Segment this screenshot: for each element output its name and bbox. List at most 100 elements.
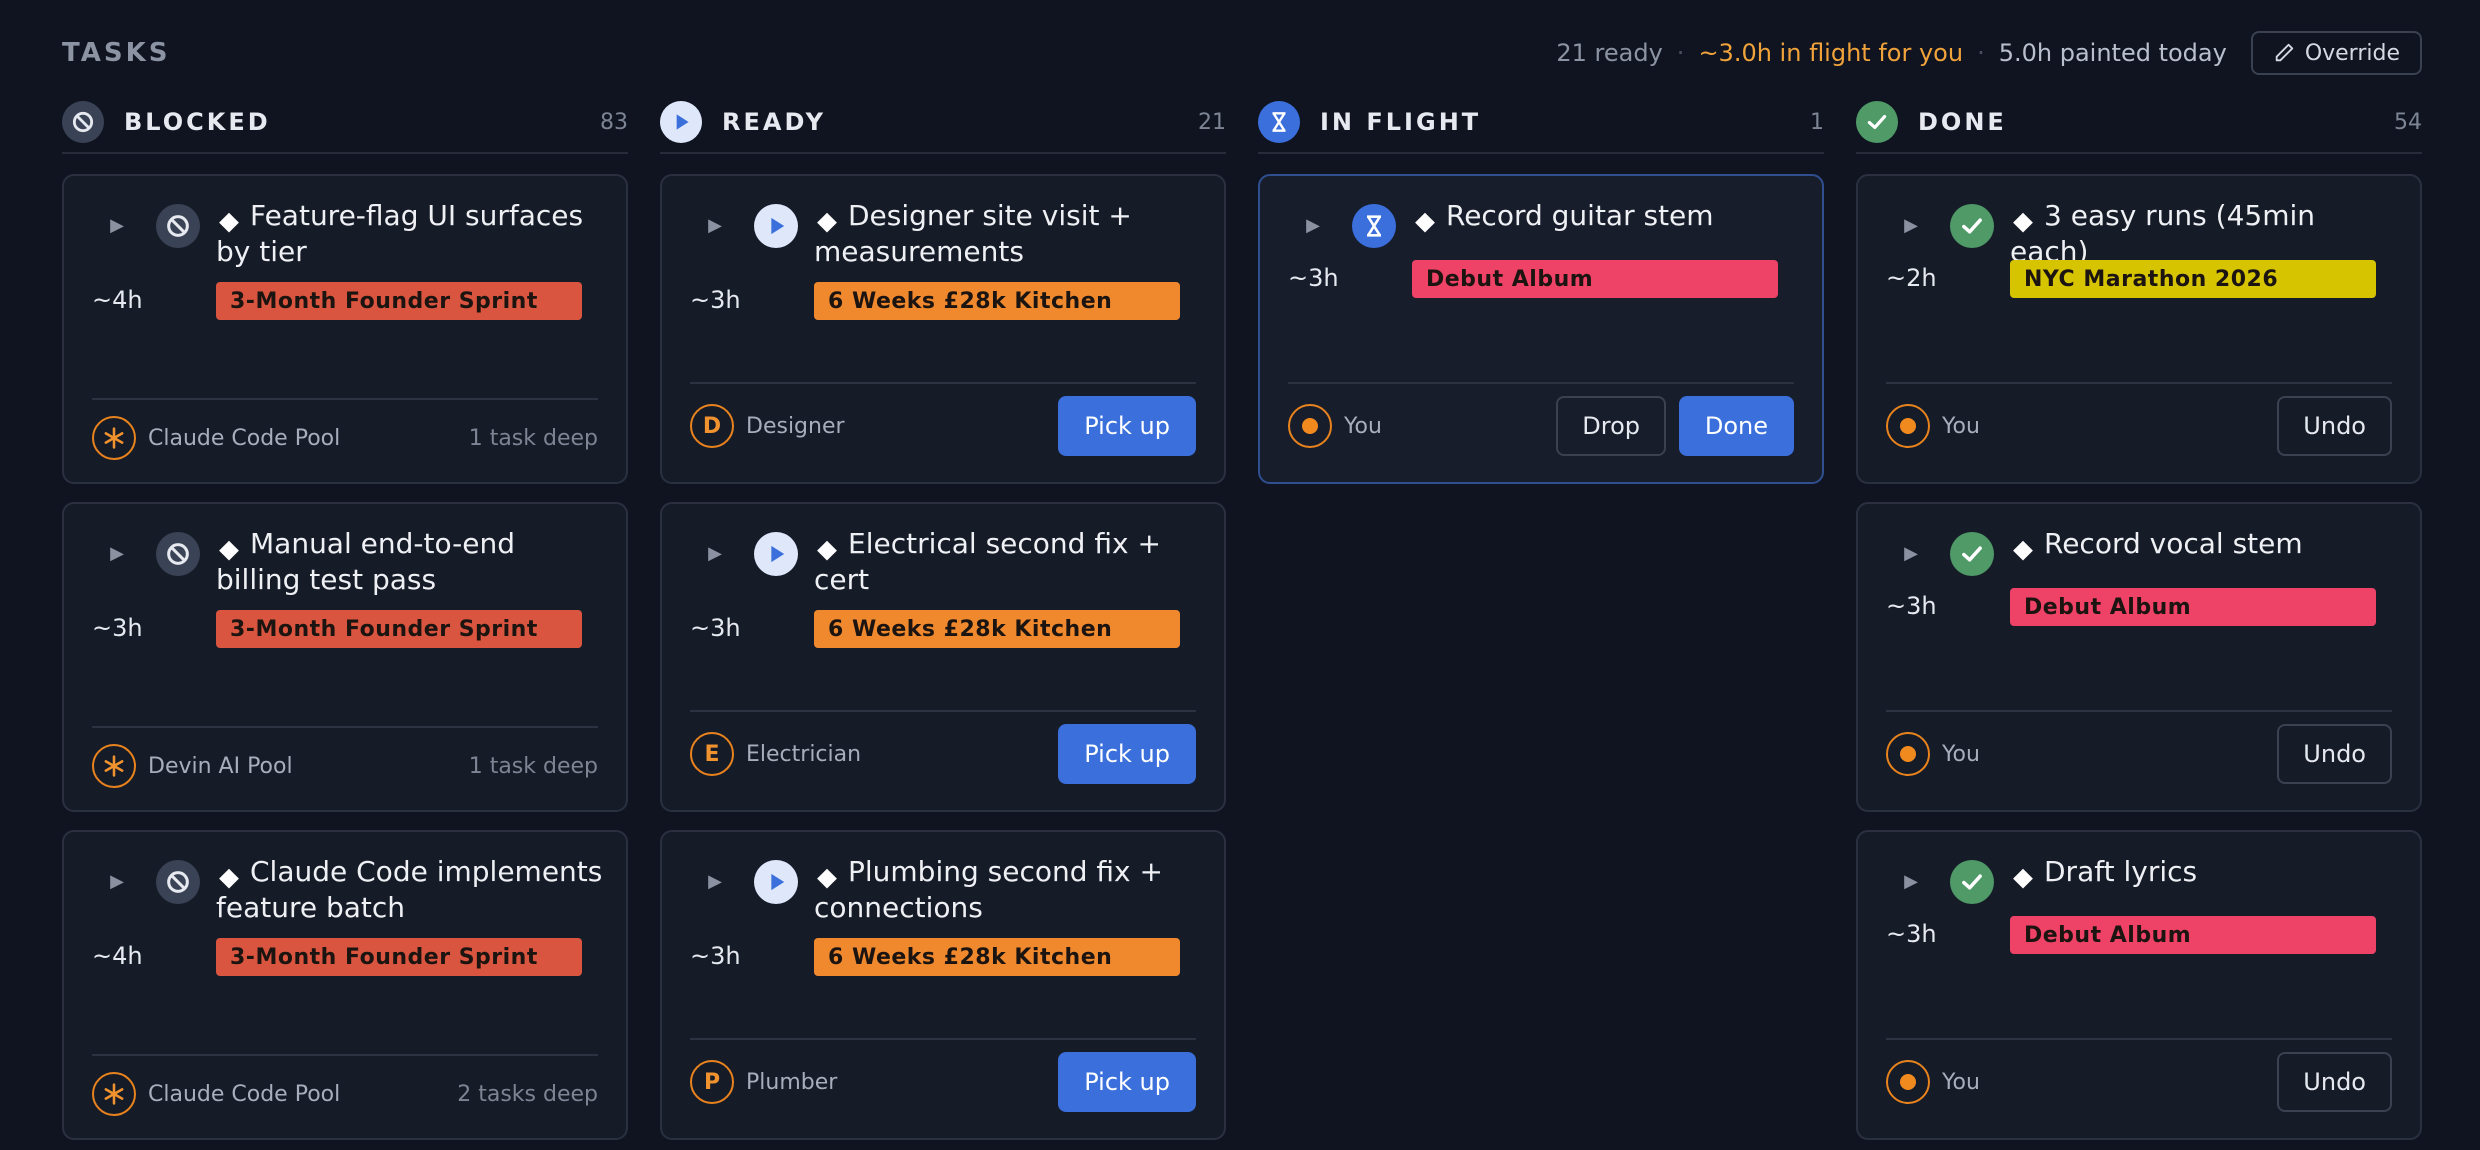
task-title: Record guitar stem	[1446, 199, 1714, 232]
task-title: Manual end-to-end billing test pass	[216, 527, 515, 596]
project-tag: NYC Marathon 2026	[2010, 260, 2376, 298]
override-button[interactable]: Override	[2250, 31, 2422, 75]
card-divider	[92, 1054, 598, 1056]
column-header-ready: READY 21	[660, 92, 1226, 154]
pick-up-button[interactable]: Pick up	[1058, 1052, 1196, 1112]
task-estimate: ~4h	[92, 286, 143, 314]
task-card[interactable]: ▶ Record vocal stem ~3h Debut Album You …	[1856, 502, 2422, 812]
pencil-icon	[2275, 43, 2293, 62]
column-header-inflight: IN FLIGHT 1	[1258, 92, 1824, 154]
task-card[interactable]: ▶ Feature-flag UI surfaces by tier ~4h 3…	[62, 174, 628, 484]
assignee-name: You	[1942, 742, 1980, 767]
task-title: Record vocal stem	[2044, 527, 2303, 560]
play-icon	[660, 101, 702, 143]
play-icon	[754, 204, 798, 248]
assignee-name: Electrician	[746, 742, 862, 767]
undo-button[interactable]: Undo	[2277, 724, 2392, 784]
done-button[interactable]: Done	[1678, 396, 1794, 456]
dependency-depth: 1 task deep	[468, 754, 598, 779]
hourglass-icon	[1352, 204, 1396, 248]
task-estimate: ~3h	[1288, 264, 1339, 292]
blocked-icon	[156, 532, 200, 576]
card-divider	[1886, 1038, 2392, 1040]
column-header-blocked: BLOCKED 83	[62, 92, 628, 154]
check-icon	[1950, 204, 1994, 248]
task-board: BLOCKED 83 ▶ Feature-flag UI surfaces by…	[62, 92, 2422, 1150]
expand-triangle-icon[interactable]: ▶	[106, 870, 128, 892]
project-tag: 6 Weeks £28k Kitchen	[814, 282, 1180, 320]
column-done: DONE 54 ▶ 3 easy runs (45min each) ~2h N…	[1856, 92, 2422, 1140]
asterisk-icon	[92, 1072, 136, 1116]
blocked-icon	[156, 204, 200, 248]
task-estimate: ~2h	[1886, 264, 1937, 292]
expand-triangle-icon[interactable]: ▶	[1900, 542, 1922, 564]
expand-triangle-icon[interactable]: ▶	[1900, 870, 1922, 892]
expand-triangle-icon[interactable]: ▶	[106, 542, 128, 564]
check-icon	[1950, 532, 1994, 576]
task-title: Draft lyrics	[2044, 855, 2198, 888]
task-card[interactable]: ▶ Record guitar stem ~3h Debut Album You…	[1258, 174, 1824, 484]
card-divider	[1886, 710, 2392, 712]
check-icon	[1950, 860, 1994, 904]
column-title: DONE	[1918, 108, 2007, 136]
task-card[interactable]: ▶ Designer site visit + measurements ~3h…	[660, 174, 1226, 484]
dependency-depth: 2 tasks deep	[457, 1082, 598, 1107]
task-card[interactable]: ▶ Plumbing second fix + connections ~3h …	[660, 830, 1226, 1140]
card-divider	[1886, 382, 2392, 384]
expand-triangle-icon[interactable]: ▶	[1900, 214, 1922, 236]
card-divider	[690, 1038, 1196, 1040]
page-title: TASKS	[62, 38, 171, 68]
task-card[interactable]: ▶ Claude Code implements feature batch ~…	[62, 830, 628, 1140]
project-tag: 6 Weeks £28k Kitchen	[814, 610, 1180, 648]
task-title: Plumbing second fix + connections	[814, 855, 1163, 924]
column-inflight: IN FLIGHT 1 ▶ Record guitar stem ~3h Deb…	[1258, 92, 1824, 484]
column-count: 83	[600, 109, 628, 135]
task-title: Electrical second fix + cert	[814, 527, 1161, 596]
pick-up-button[interactable]: Pick up	[1058, 396, 1196, 456]
task-card[interactable]: ▶ Manual end-to-end billing test pass ~3…	[62, 502, 628, 812]
card-divider	[92, 726, 598, 728]
assignee-you-icon	[1886, 1060, 1930, 1104]
assignee-you-icon	[1288, 404, 1332, 448]
card-divider	[1288, 382, 1794, 384]
expand-triangle-icon[interactable]: ▶	[704, 542, 726, 564]
project-tag: Debut Album	[2010, 916, 2376, 954]
assignee-avatar: E	[690, 732, 734, 776]
hourglass-icon	[1258, 101, 1300, 143]
project-tag: 3-Month Founder Sprint	[216, 938, 582, 976]
task-estimate: ~3h	[690, 942, 741, 970]
expand-triangle-icon[interactable]: ▶	[704, 870, 726, 892]
assignee-avatar: P	[690, 1060, 734, 1104]
assignee-name: Claude Code Pool	[148, 426, 341, 451]
top-bar: TASKS 21 ready · ~3.0h in flight for you…	[62, 28, 2422, 78]
asterisk-icon	[92, 744, 136, 788]
project-tag: 3-Month Founder Sprint	[216, 610, 582, 648]
task-estimate: ~3h	[690, 614, 741, 642]
project-tag: Debut Album	[2010, 588, 2376, 626]
task-card[interactable]: ▶ Electrical second fix + cert ~3h 6 Wee…	[660, 502, 1226, 812]
ready-count-stat: 21 ready	[1556, 39, 1663, 67]
assignee-name: You	[1344, 414, 1382, 439]
expand-triangle-icon[interactable]: ▶	[704, 214, 726, 236]
expand-triangle-icon[interactable]: ▶	[106, 214, 128, 236]
task-card[interactable]: ▶ Draft lyrics ~3h Debut Album You Undo	[1856, 830, 2422, 1140]
drop-button[interactable]: Drop	[1556, 396, 1666, 456]
stat-separator: ·	[1977, 39, 1985, 67]
undo-button[interactable]: Undo	[2277, 396, 2392, 456]
task-estimate: ~3h	[1886, 920, 1937, 948]
column-header-done: DONE 54	[1856, 92, 2422, 154]
assignee-name: Designer	[746, 414, 845, 439]
task-card[interactable]: ▶ 3 easy runs (45min each) ~2h NYC Marat…	[1856, 174, 2422, 484]
play-icon	[754, 532, 798, 576]
expand-triangle-icon[interactable]: ▶	[1302, 214, 1324, 236]
pick-up-button[interactable]: Pick up	[1058, 724, 1196, 784]
painted-stat: 5.0h painted today	[1998, 39, 2227, 67]
card-divider	[92, 398, 598, 400]
task-title: Claude Code implements feature batch	[216, 855, 603, 924]
column-title: BLOCKED	[124, 108, 271, 136]
assignee-name: Devin AI Pool	[148, 754, 293, 779]
column-ready: READY 21 ▶ Designer site visit + measure…	[660, 92, 1226, 1140]
assignee-name: You	[1942, 414, 1980, 439]
assignee-name: Claude Code Pool	[148, 1082, 341, 1107]
undo-button[interactable]: Undo	[2277, 1052, 2392, 1112]
